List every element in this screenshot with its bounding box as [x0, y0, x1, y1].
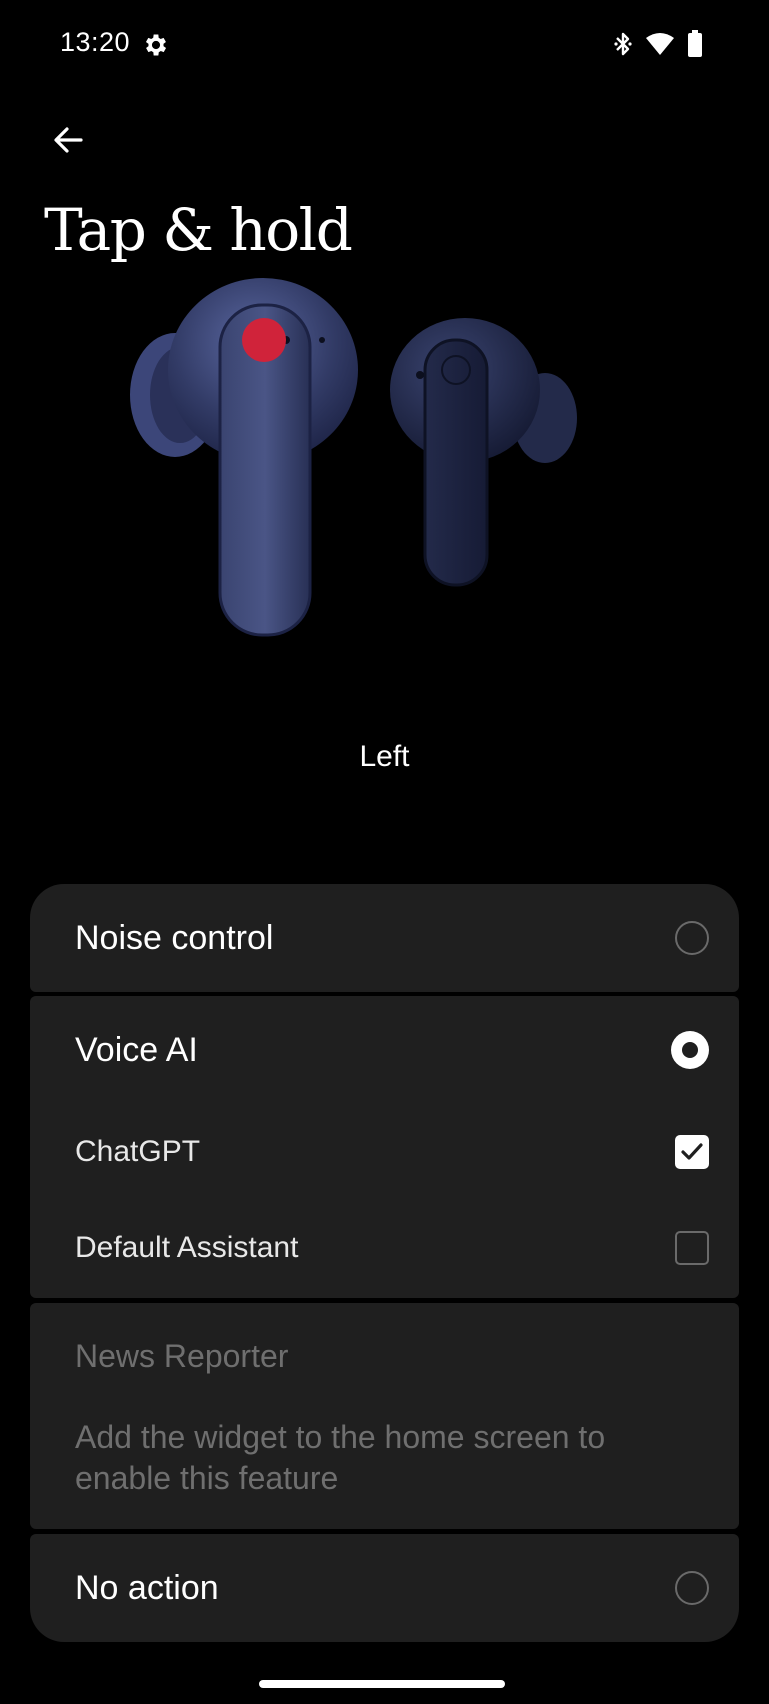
- option-no-action[interactable]: No action: [30, 1534, 739, 1642]
- radio-button[interactable]: [675, 1571, 709, 1605]
- earbuds-image: [120, 270, 620, 710]
- bluetooth-icon: [613, 30, 633, 63]
- radio-button[interactable]: [675, 921, 709, 955]
- page-title: Tap & hold: [44, 196, 353, 264]
- option-voice-ai[interactable]: Voice AI: [75, 996, 709, 1104]
- sub-option-chatgpt[interactable]: ChatGPT: [75, 1104, 709, 1200]
- status-icons: [613, 30, 703, 63]
- status-time: 13:20: [60, 27, 131, 57]
- arrow-left-icon: [51, 123, 85, 162]
- option-label: No action: [75, 1568, 219, 1607]
- wifi-icon: [645, 32, 675, 61]
- gear-icon: [142, 31, 170, 59]
- option-voice-ai-group: Voice AI ChatGPT Default Assistant: [30, 996, 739, 1298]
- selected-earbud-label: Left: [359, 740, 410, 773]
- home-indicator[interactable]: [259, 1680, 505, 1688]
- battery-icon: [687, 30, 703, 63]
- option-news-reporter: News Reporter Add the widget to the home…: [30, 1303, 739, 1529]
- checkbox-checked[interactable]: [675, 1135, 709, 1169]
- option-noise-control[interactable]: Noise control: [30, 884, 739, 992]
- sub-option-default-assistant[interactable]: Default Assistant: [75, 1200, 709, 1296]
- option-label-disabled: News Reporter: [75, 1337, 289, 1374]
- option-description: Add the widget to the home screen to ena…: [75, 1419, 606, 1496]
- back-button[interactable]: [42, 116, 94, 168]
- option-label: Noise control: [75, 918, 274, 957]
- option-label: Voice AI: [75, 1030, 198, 1069]
- status-bar: 13:20: [0, 0, 769, 90]
- checkbox[interactable]: [675, 1231, 709, 1265]
- check-icon: [681, 1143, 703, 1160]
- sub-option-label: ChatGPT: [75, 1135, 201, 1168]
- sub-option-label: Default Assistant: [75, 1231, 299, 1264]
- radio-button-selected[interactable]: [671, 1031, 709, 1069]
